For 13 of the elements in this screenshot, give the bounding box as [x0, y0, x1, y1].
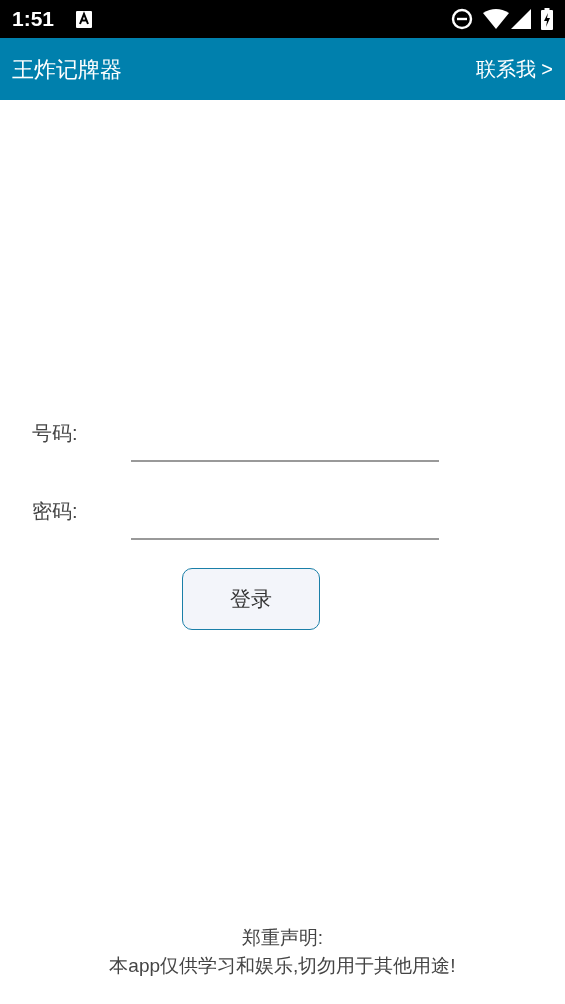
app-title: 王炸记牌器 [12, 55, 122, 84]
field-label: 密码: [31, 499, 79, 524]
status-time: 1:51 [12, 6, 55, 33]
keyboard-icon [76, 10, 93, 28]
disclaimer-text: 本app仅供学习和娱乐,切勿用于其他用途! [109, 954, 456, 978]
field-label: 号码: [31, 421, 79, 446]
do-not-disturb-icon [451, 8, 473, 30]
disclaimer-heading: 郑重声明: [241, 926, 324, 950]
contact-link[interactable]: 联系我 > [475, 54, 553, 84]
login-button[interactable]: 登录 [182, 568, 320, 630]
battery-icon [541, 8, 553, 30]
wifi-icon [483, 9, 509, 29]
signal-icon [511, 9, 531, 29]
